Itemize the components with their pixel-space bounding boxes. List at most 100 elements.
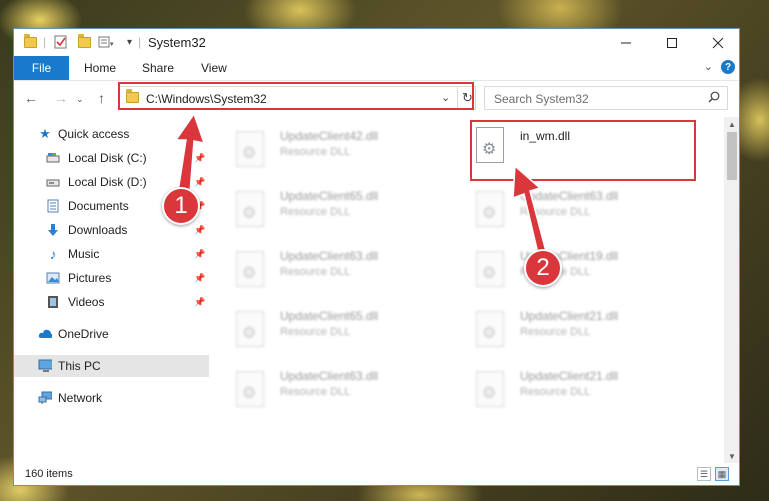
file-item[interactable]: UpdateClient19.dll Resource DLL — [476, 245, 704, 297]
sidebar-item-label: Network — [58, 391, 103, 405]
tab-share[interactable]: Share — [142, 61, 174, 75]
scroll-down-icon[interactable]: ▼ — [724, 449, 739, 463]
computer-icon — [38, 359, 52, 373]
dll-file-icon — [476, 191, 504, 227]
large-icons-view-icon[interactable]: ▦ — [715, 467, 729, 481]
dll-file-icon — [476, 251, 504, 287]
file-type: Resource DLL — [280, 266, 351, 278]
navigation-pane: ★ Quick access Local Disk (C:) 📌 Local D… — [14, 117, 209, 463]
file-item[interactable]: UpdateClient65.dll Resource DLL — [236, 185, 464, 237]
file-item[interactable]: UpdateClient63.dll Resource DLL — [236, 245, 464, 297]
pictures-icon — [46, 271, 60, 285]
sidebar-item-label: Local Disk (C:) — [68, 151, 147, 165]
file-name: UpdateClient65.dll — [280, 309, 379, 323]
sidebar-item-label: Quick access — [58, 127, 130, 141]
svg-text:▾: ▾ — [110, 41, 114, 48]
videos-icon — [46, 295, 60, 309]
separator: | — [138, 35, 142, 49]
file-item[interactable]: UpdateClient63.dll Resource DLL — [236, 365, 464, 417]
pin-icon[interactable]: 📌 — [194, 273, 205, 284]
file-item[interactable]: UpdateClient65.dll Resource DLL — [236, 305, 464, 357]
ribbon-tabs: File Home Share View ⌄ ? — [14, 56, 739, 81]
downloads-icon — [46, 223, 60, 237]
search-icon — [708, 91, 720, 106]
tab-file[interactable]: File — [14, 56, 69, 80]
sidebar-item-videos[interactable]: Videos 📌 — [14, 291, 209, 313]
search-input[interactable]: Search System32 — [484, 86, 728, 110]
address-bar-highlight — [118, 82, 474, 110]
file-name: UpdateClient21.dll — [520, 309, 619, 323]
close-button[interactable] — [695, 29, 739, 56]
sidebar-item-label: Documents — [68, 199, 129, 213]
cloud-icon — [38, 327, 52, 341]
file-type: Resource DLL — [520, 386, 591, 398]
file-name: UpdateClient63.dll — [520, 189, 619, 203]
star-icon: ★ — [39, 126, 51, 141]
separator: | — [43, 35, 47, 49]
window-title: System32 — [148, 35, 206, 50]
customize-icon[interactable]: ▾ — [98, 34, 114, 50]
scroll-up-icon[interactable]: ▲ — [724, 117, 739, 131]
scrollbar-thumb[interactable] — [727, 132, 737, 180]
sidebar-item-label: Music — [68, 247, 100, 261]
dll-file-icon — [236, 311, 264, 347]
sidebar-item-this-pc[interactable]: This PC — [14, 355, 209, 377]
file-type: Resource DLL — [280, 386, 351, 398]
file-name: UpdateClient63.dll — [280, 249, 379, 263]
minimize-button[interactable] — [603, 29, 649, 56]
vertical-scrollbar[interactable]: ▲ ▼ — [724, 117, 739, 463]
sidebar-item-label: OneDrive — [58, 327, 109, 341]
file-name: UpdateClient42.dll — [280, 129, 379, 143]
up-icon[interactable]: ↑ — [98, 90, 105, 106]
pin-icon[interactable]: 📌 — [194, 153, 205, 164]
pin-icon[interactable]: 📌 — [194, 177, 205, 188]
dll-file-icon — [236, 251, 264, 287]
forward-icon[interactable]: → — [54, 90, 68, 106]
music-icon: ♪ — [49, 246, 57, 262]
sidebar-item-pictures[interactable]: Pictures 📌 — [14, 267, 209, 289]
dll-file-icon — [236, 131, 264, 167]
pin-icon[interactable]: 📌 — [194, 297, 205, 308]
file-highlight — [470, 120, 696, 181]
dll-file-icon — [236, 371, 264, 407]
drive-icon — [46, 175, 60, 189]
sidebar-item-label: This PC — [58, 359, 101, 373]
sidebar-item-label: Pictures — [68, 271, 112, 285]
sidebar-item-onedrive[interactable]: OneDrive — [14, 323, 209, 345]
back-icon[interactable]: ← — [24, 90, 38, 106]
file-type: Resource DLL — [520, 326, 591, 338]
pin-icon[interactable]: 📌 — [194, 249, 205, 260]
tab-home[interactable]: Home — [84, 61, 116, 75]
file-item[interactable]: UpdateClient21.dll Resource DLL — [476, 305, 704, 357]
file-name: UpdateClient63.dll — [280, 369, 379, 383]
drive-icon — [46, 151, 60, 165]
dll-file-icon — [476, 311, 504, 347]
sidebar-item-quick-access[interactable]: ★ Quick access — [14, 123, 209, 145]
sidebar-item-network[interactable]: Network — [14, 387, 209, 409]
maximize-button[interactable] — [649, 29, 695, 56]
file-type: Resource DLL — [520, 206, 591, 218]
sidebar-item-label: Downloads — [68, 223, 128, 237]
quick-access-dropdown-icon[interactable]: ▾ — [127, 34, 132, 50]
new-folder-icon[interactable] — [78, 33, 91, 50]
sidebar-item-music[interactable]: ♪ Music 📌 — [14, 243, 209, 265]
item-count: 160 items — [25, 468, 73, 480]
sidebar-item-local-disk-c[interactable]: Local Disk (C:) 📌 — [14, 147, 209, 169]
callout-badge-2: 2 — [524, 249, 562, 287]
expand-ribbon-icon[interactable]: ⌄ — [704, 60, 713, 73]
recent-locations-icon[interactable]: ⌄ — [76, 94, 84, 105]
details-view-icon[interactable]: ☰ — [697, 467, 711, 481]
tab-view[interactable]: View — [201, 61, 227, 75]
file-name: UpdateClient65.dll — [280, 189, 379, 203]
file-item[interactable]: UpdateClient42.dll Resource DLL — [236, 125, 464, 177]
help-button[interactable]: ? — [721, 60, 735, 74]
properties-icon[interactable] — [54, 34, 68, 50]
callout-badge-1: 1 — [162, 187, 200, 225]
file-item[interactable]: UpdateClient21.dll Resource DLL — [476, 365, 704, 417]
network-icon — [38, 391, 52, 405]
file-item[interactable]: UpdateClient63.dll Resource DLL — [476, 185, 704, 237]
file-type: Resource DLL — [280, 146, 351, 158]
pin-icon[interactable]: 📌 — [194, 225, 205, 236]
dll-file-icon — [236, 191, 264, 227]
file-type: Resource DLL — [280, 206, 351, 218]
